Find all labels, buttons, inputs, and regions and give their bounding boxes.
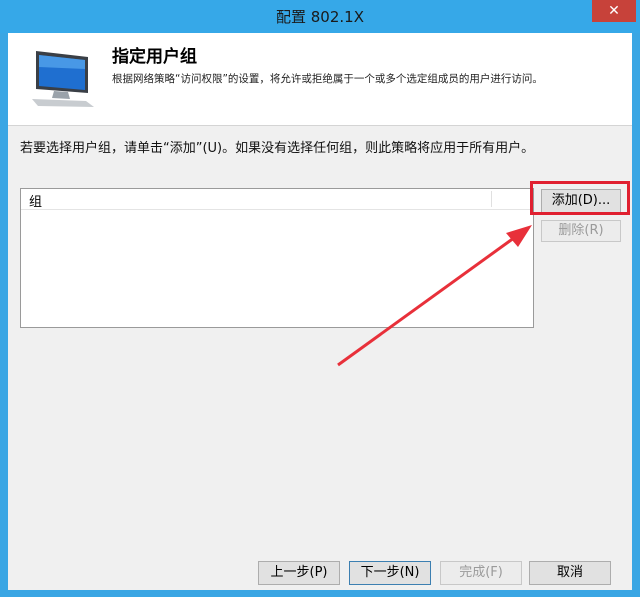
window-title: 配置 802.1X — [276, 8, 364, 26]
column-header-group[interactable]: 组 — [29, 191, 42, 210]
cancel-button[interactable]: 取消 — [529, 561, 611, 585]
page-title: 指定用户组 — [112, 47, 197, 67]
close-icon: ✕ — [608, 3, 620, 19]
wizard-header: 指定用户组 根据网络策略“访问权限”的设置，将允许或拒绝属于一个或多个选定组成员… — [8, 33, 632, 126]
column-separator[interactable] — [491, 191, 492, 207]
page-description: 根据网络策略“访问权限”的设置，将允许或拒绝属于一个或多个选定组成员的用户进行访… — [112, 73, 543, 85]
close-button[interactable]: ✕ — [592, 0, 636, 22]
highlight-box — [530, 181, 630, 215]
dialog-window: 配置 802.1X ✕ 指定用户组 根据网络策略“访问权限”的设置，将允许或拒绝… — [0, 0, 640, 597]
instruction-text: 若要选择用户组，请单击“添加”(U)。如果没有选择任何组，则此策略将应用于所有用… — [20, 141, 535, 156]
title-bar[interactable]: 配置 802.1X ✕ — [0, 0, 640, 33]
delete-button[interactable]: 删除(R) — [541, 220, 621, 242]
list-header: 组 — [21, 189, 533, 210]
dialog-client-area: 指定用户组 根据网络策略“访问权限”的设置，将允许或拒绝属于一个或多个选定组成员… — [8, 33, 632, 590]
computer-monitor-icon — [32, 51, 94, 107]
next-button[interactable]: 下一步(N) — [349, 561, 431, 585]
user-groups-list[interactable]: 组 — [20, 188, 534, 328]
back-button[interactable]: 上一步(P) — [258, 561, 340, 585]
finish-button[interactable]: 完成(F) — [440, 561, 522, 585]
